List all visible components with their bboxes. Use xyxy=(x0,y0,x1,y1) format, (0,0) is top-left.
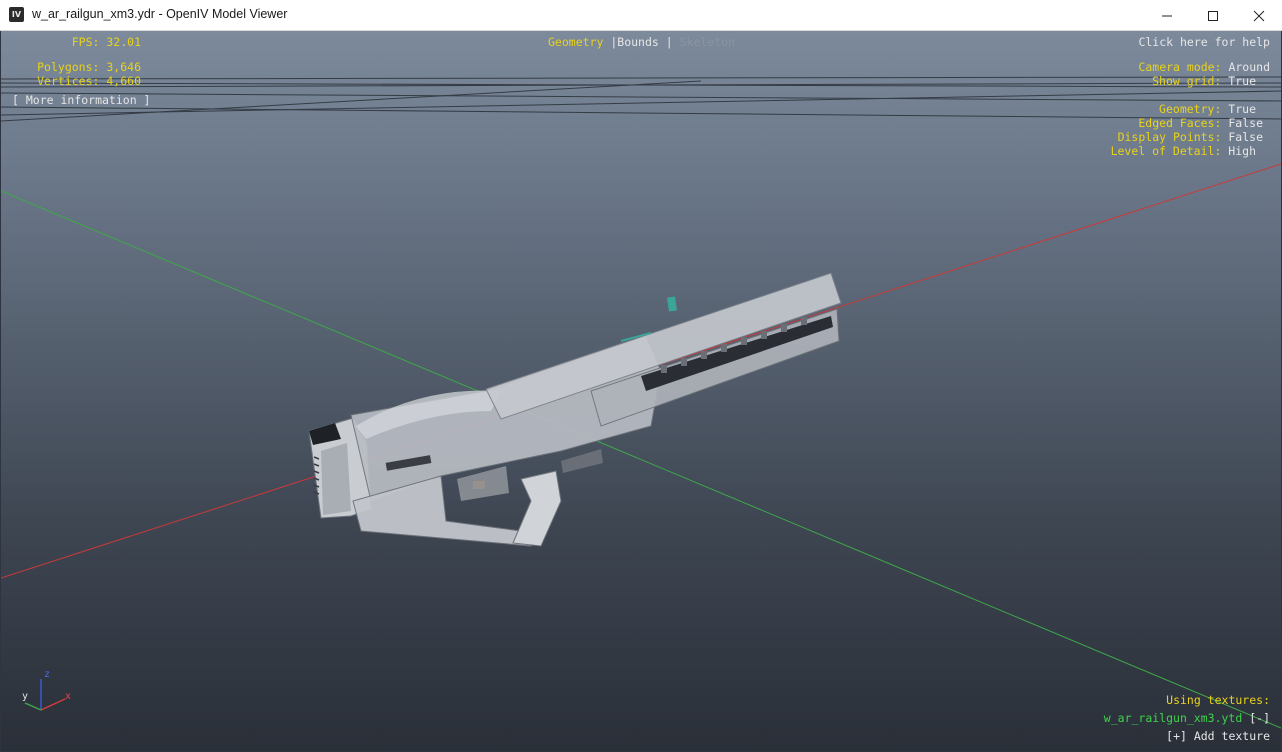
vertices-label: Vertices: xyxy=(37,74,100,88)
axis-label-z: z xyxy=(44,669,51,680)
add-texture-button[interactable]: [+] Add texture xyxy=(1166,729,1270,743)
maximize-button[interactable] xyxy=(1190,0,1236,31)
setting-label: Camera mode: xyxy=(1138,60,1222,74)
help-link[interactable]: Click here for help xyxy=(1138,35,1270,49)
minimize-button[interactable] xyxy=(1144,0,1190,31)
window-title: w_ar_railgun_xm3.ydr - OpenIV Model View… xyxy=(32,7,288,21)
setting-value: Around xyxy=(1228,60,1270,74)
texture-item: w_ar_railgun_xm3.ytd [-] xyxy=(1104,711,1270,725)
view-mode-tabs: Geometry |Bounds | Skeleton xyxy=(548,35,735,49)
tab-separator: | xyxy=(665,35,673,49)
model-sight xyxy=(667,296,677,312)
level-of-detail-setting[interactable]: Level of Detail: High xyxy=(1111,144,1256,158)
polygons-label: Polygons: xyxy=(37,60,100,74)
remove-texture-button[interactable]: [-] xyxy=(1249,711,1270,725)
setting-value: High xyxy=(1228,144,1256,158)
close-icon xyxy=(1253,10,1265,22)
tab-bounds[interactable]: Bounds xyxy=(617,35,659,49)
edged-faces-setting[interactable]: Edged Faces: False xyxy=(1138,116,1263,130)
camera-mode-setting[interactable]: Camera mode: Around xyxy=(1138,60,1270,74)
vertices-readout: Vertices: 4,660 xyxy=(9,74,141,88)
vertices-value: 4,660 xyxy=(106,74,141,88)
horizon-grid xyxy=(1,76,1281,122)
polygons-readout: Polygons: 3,646 xyxy=(9,60,141,74)
setting-label: Geometry: xyxy=(1159,102,1222,116)
fps-value: 32.01 xyxy=(106,35,141,49)
geometry-setting[interactable]: Geometry: True xyxy=(1159,102,1256,116)
more-information-link[interactable]: [ More information ] xyxy=(12,93,150,107)
openiv-app-icon: IV xyxy=(9,7,24,22)
setting-value: False xyxy=(1228,130,1263,144)
setting-value: True xyxy=(1228,102,1256,116)
tab-geometry[interactable]: Geometry xyxy=(548,35,603,49)
fps-readout: FPS: 32.01 xyxy=(9,35,141,49)
model-grip xyxy=(512,470,562,547)
polygons-value: 3,646 xyxy=(106,60,141,74)
textures-heading: Using textures: xyxy=(1166,693,1270,707)
railgun-model xyxy=(308,272,842,547)
model-viewport[interactable]: z x y FPS: 32.01 Polygons: 3,646 Vertice… xyxy=(1,31,1281,751)
setting-label: Show grid: xyxy=(1152,74,1222,88)
tab-skeleton[interactable]: Skeleton xyxy=(680,35,735,49)
axis-line-y xyxy=(1,190,1281,729)
maximize-icon xyxy=(1208,11,1218,21)
axis-label-y: y xyxy=(22,691,29,702)
show-grid-setting[interactable]: Show grid: True xyxy=(1152,74,1256,88)
close-button[interactable] xyxy=(1236,0,1282,31)
setting-label: Edged Faces: xyxy=(1138,116,1222,130)
scene-render xyxy=(1,76,1281,729)
display-points-setting[interactable]: Display Points: False xyxy=(1118,130,1263,144)
minimize-icon xyxy=(1162,15,1172,17)
setting-label: Level of Detail: xyxy=(1110,144,1222,158)
setting-label: Display Points: xyxy=(1117,130,1222,144)
setting-value: True xyxy=(1228,74,1256,88)
axis-gizmo xyxy=(24,679,66,711)
axis-label-x: x xyxy=(65,691,72,702)
title-bar: IV w_ar_railgun_xm3.ydr - OpenIV Model V… xyxy=(0,0,1282,31)
texture-file-name[interactable]: w_ar_railgun_xm3.ytd xyxy=(1104,711,1242,725)
fps-label: FPS: xyxy=(71,35,100,49)
setting-value: False xyxy=(1228,116,1263,130)
